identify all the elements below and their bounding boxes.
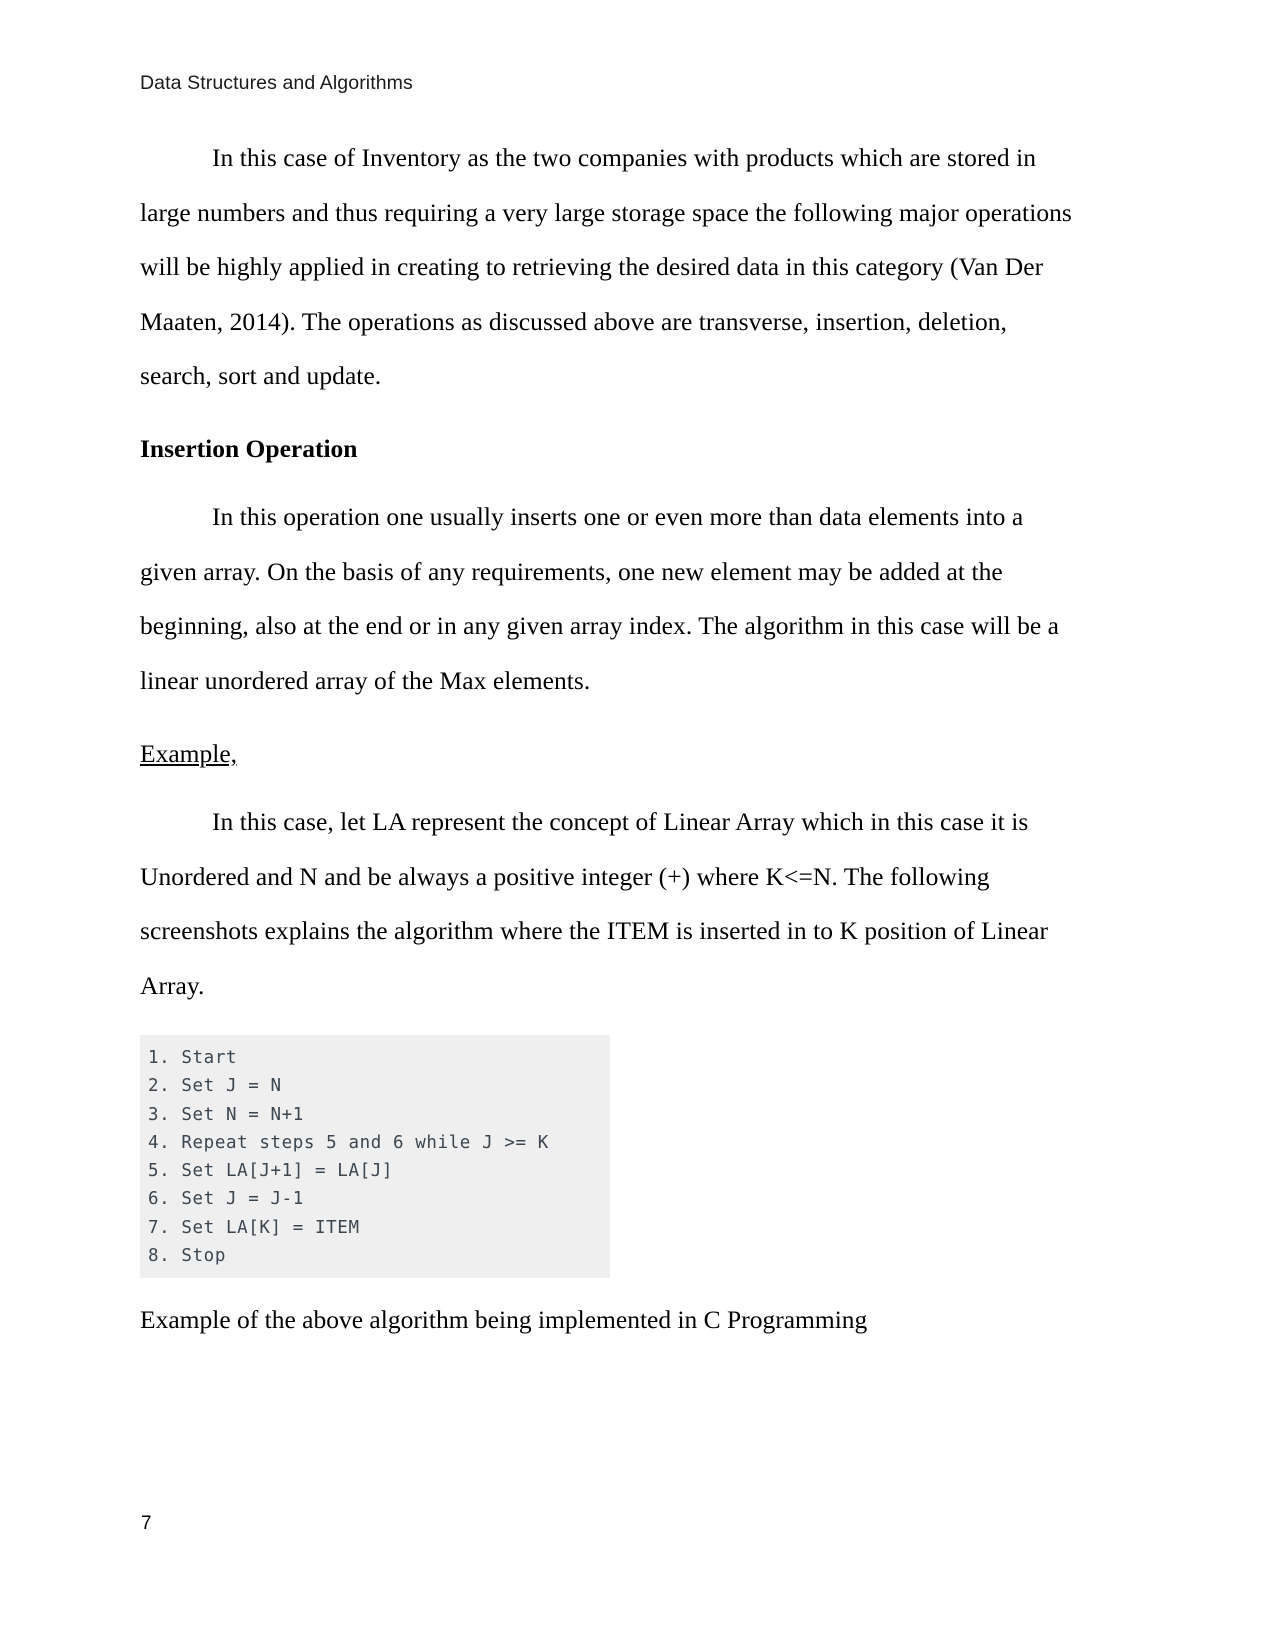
heading-insertion-operation: Insertion Operation <box>140 434 358 463</box>
paragraph-intro-container: In this case of Inventory as the two com… <box>140 131 1072 404</box>
page-number: 7 <box>141 1513 152 1534</box>
code-line: 7. Set LA[K] = ITEM <box>148 1217 360 1238</box>
paragraph-intro: In this case of Inventory as the two com… <box>140 143 1072 390</box>
paragraph-example-container: In this case, let LA represent the conce… <box>140 795 1072 1013</box>
code-line: 4. Repeat steps 5 and 6 while J >= K <box>148 1132 549 1153</box>
paragraph-insertion-body: In this operation one usually inserts on… <box>140 502 1060 695</box>
code-line: 2. Set J = N <box>148 1076 282 1097</box>
code-line: 5. Set LA[J+1] = LA[J] <box>148 1161 393 1182</box>
code-line: 8. Stop <box>148 1246 226 1267</box>
paragraph-insertion-container: In this operation one usually inserts on… <box>140 490 1072 708</box>
code-line: 3. Set N = N+1 <box>148 1104 304 1125</box>
paragraph-example-body: In this case, let LA represent the conce… <box>140 807 1049 1000</box>
code-line: 6. Set J = J-1 <box>148 1189 304 1210</box>
code-caption: Example of the above algorithm being imp… <box>140 1305 868 1334</box>
document-page: Data Structures and Algorithms In this c… <box>0 0 1275 1651</box>
code-line: 1. Start <box>148 1048 238 1068</box>
label-example: Example, <box>140 739 238 768</box>
algorithm-code-block: 1. Start 2. Set J = N 3. Set N = N+1 4. … <box>140 1035 610 1279</box>
running-header: Data Structures and Algorithms <box>140 72 413 94</box>
